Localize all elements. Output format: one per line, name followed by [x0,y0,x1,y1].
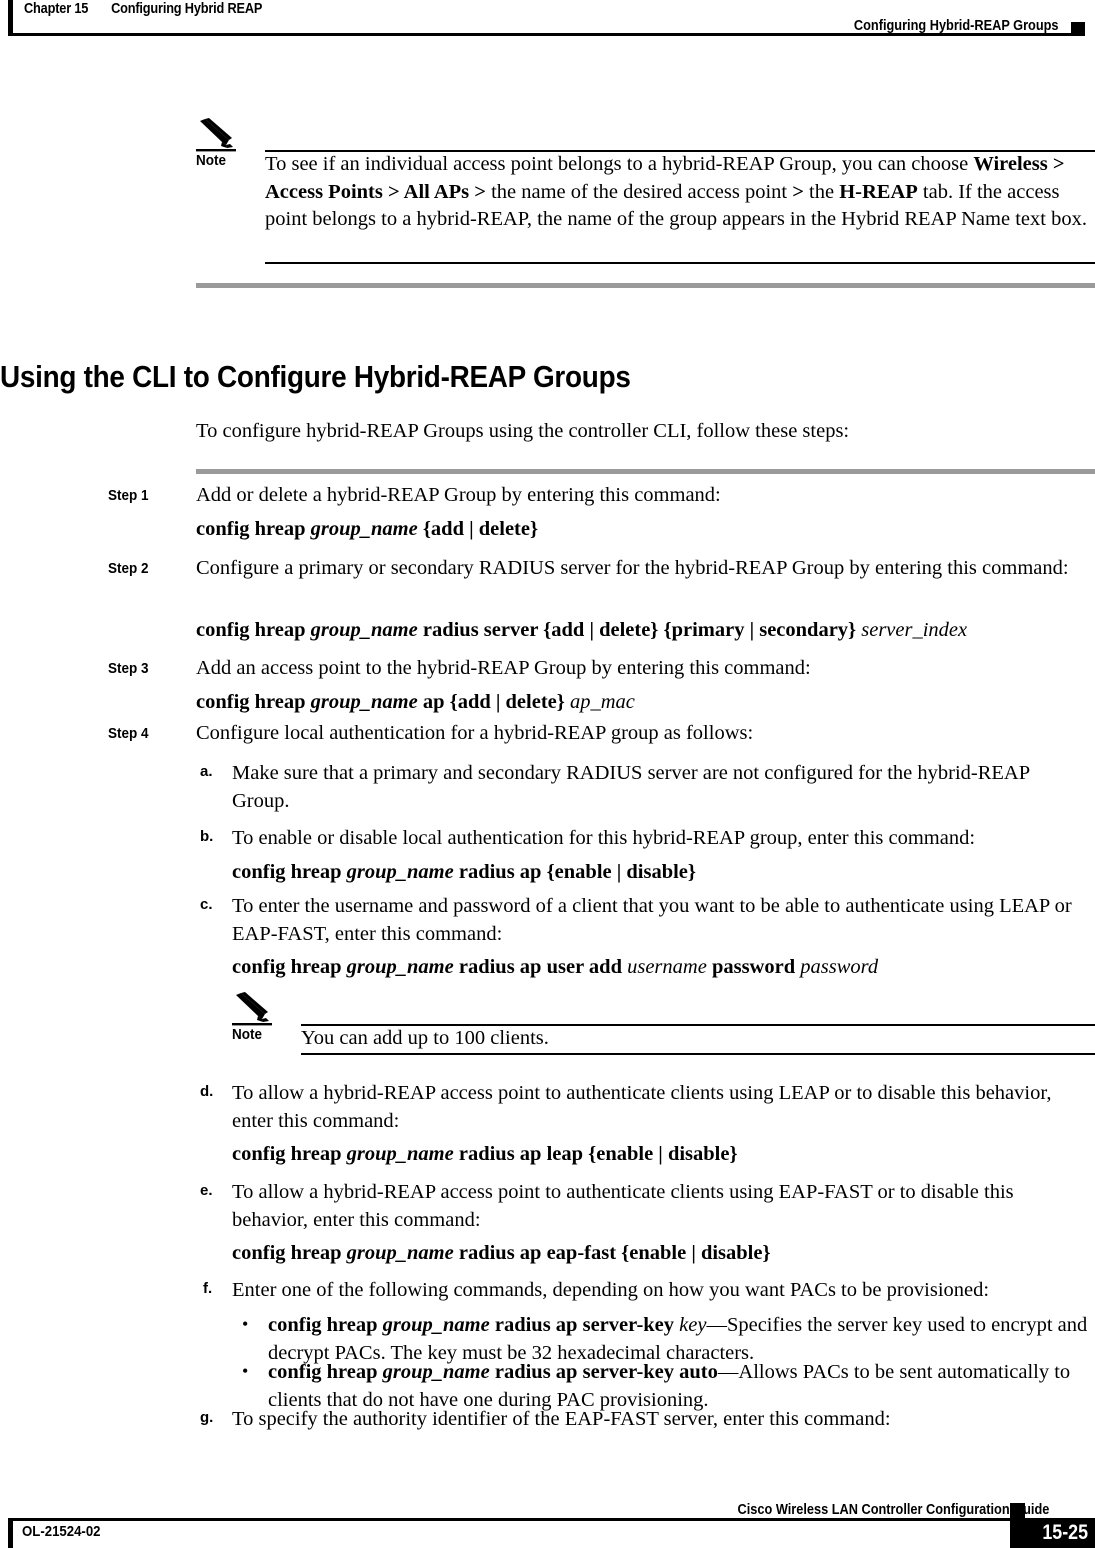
substep-text-b: To enable or disable local authenticatio… [232,827,976,849]
footer-page-number: 15-25 [1042,1521,1088,1544]
substep-command-d: config hreap group_name radius ap leap {… [232,1143,738,1165]
header-chapter-breadcrumb: Chapter 15 Configuring Hybrid REAP [24,1,262,17]
header-chapter-title: Configuring Hybrid REAP [111,1,263,17]
page-title: Using the CLI to Configure Hybrid-REAP G… [0,359,631,394]
note-label-2: Note [232,1026,263,1043]
substep-label-g: g. [200,1409,214,1426]
page-header: Chapter 15 Configuring Hybrid REAP Config… [0,0,1095,60]
section-divider-rule-top [196,283,1095,288]
step-command-3: config hreap group_name ap {add | delete… [196,691,635,713]
footer-accent-square [1010,1503,1025,1518]
note-bottom-rule-1 [265,262,1095,264]
step-text-2: Configure a primary or secondary RADIUS … [196,557,1069,579]
substep-command-c: config hreap group_name radius ap user a… [232,956,879,978]
bullet-marker-1: • [242,1314,249,1334]
pencil-icon [196,118,242,152]
note-text-2: You can add up to 100 clients. [301,1027,549,1049]
step-label-3: Step 3 [108,660,149,677]
step-label-4: Step 4 [108,725,149,742]
substep-label-a: a. [200,763,213,780]
bullet-marker-2: • [242,1361,249,1381]
substep-text-g: To specify the authority identifier of t… [232,1408,891,1430]
step-command-1: config hreap group_name {add | delete} [196,518,539,540]
substep-command-e: config hreap group_name radius ap eap-fa… [232,1242,771,1264]
substep-text-e: To allow a hybrid-REAP access point to a… [232,1181,1014,1231]
note-text-1: To see if an individual access point bel… [265,153,1087,230]
substep-text-d: To allow a hybrid-REAP access point to a… [232,1082,1052,1132]
footer-left-accent-bar [8,1518,13,1548]
pencil-icon [232,992,278,1026]
footer-rule [8,1518,1010,1521]
substep-text-f: Enter one of the following commands, dep… [232,1279,990,1301]
substep-text-a: Make sure that a primary and secondary R… [232,762,1030,812]
section-intro-text: To configure hybrid-REAP Groups using th… [196,420,850,442]
note-label-1: Note [196,152,227,169]
steps-divider-rule [196,469,1095,474]
step-text-4: Configure local authentication for a hyb… [196,722,754,744]
substep-label-e: e. [200,1182,213,1199]
step-label-1: Step 1 [108,487,149,504]
substep-label-f: f. [203,1280,213,1297]
step-command-2: config hreap group_name radius server {a… [196,619,968,641]
substep-label-d: d. [200,1083,214,1100]
header-chapter-number: Chapter 15 [24,1,89,17]
header-left-accent-bar [8,0,13,33]
substep-label-c: c. [200,896,213,913]
substep-label-b: b. [200,828,214,845]
note-bottom-rule-2 [301,1053,1095,1055]
substep-text-c: To enter the username and password of a … [232,895,1072,945]
header-section-title: Configuring Hybrid-REAP Groups [854,18,1059,34]
step-text-1: Add or delete a hybrid-REAP Group by ent… [196,484,721,506]
step-text-3: Add an access point to the hybrid-REAP G… [196,657,811,679]
step-label-2: Step 2 [108,560,149,577]
substep-command-b: config hreap group_name radius ap {enabl… [232,861,696,883]
header-right-accent-square [1071,22,1085,36]
footer-guide-title: Cisco Wireless LAN Controller Configurat… [737,1502,1049,1518]
footer-document-id: OL-21524-02 [22,1523,101,1540]
